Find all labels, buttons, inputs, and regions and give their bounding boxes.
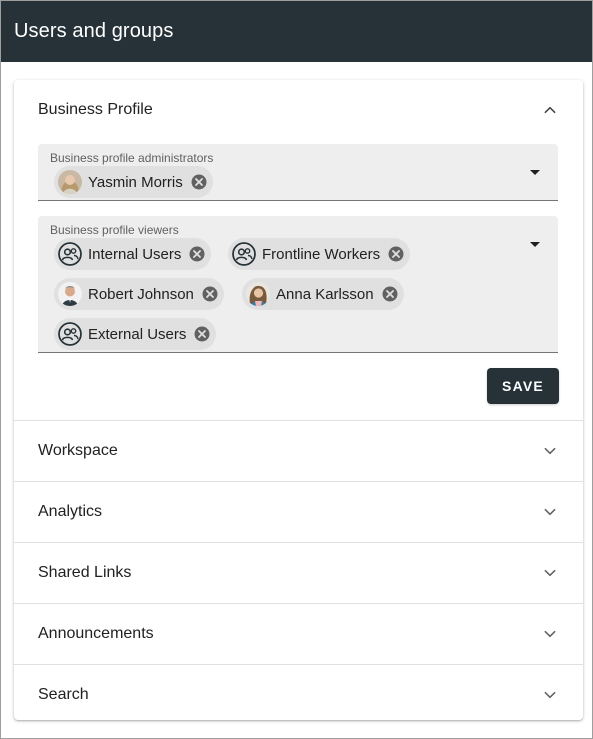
remove-chip-icon[interactable] xyxy=(388,246,404,262)
administrators-select[interactable]: Business profile administrators Yasmin M… xyxy=(38,144,558,201)
chip-label: Anna Karlsson xyxy=(276,285,374,303)
avatar xyxy=(58,170,82,194)
chevron-up-icon[interactable] xyxy=(543,103,557,117)
panel-title: Workspace xyxy=(38,442,118,459)
chevron-down-icon[interactable] xyxy=(543,627,557,641)
chip-anna-karlsson: Anna Karlsson xyxy=(242,278,404,310)
remove-chip-icon[interactable] xyxy=(194,326,210,342)
panel-header-analytics[interactable]: Analytics xyxy=(14,482,583,542)
chevron-down-icon[interactable] xyxy=(543,688,557,702)
panel-title: Business Profile xyxy=(38,101,153,118)
panel-header-shared-links[interactable]: Shared Links xyxy=(14,543,583,603)
app-window: Users and groups Business Profile Busine… xyxy=(0,0,593,739)
group-icon xyxy=(58,242,82,266)
chip-internal-users: Internal Users xyxy=(54,238,212,270)
field-label: Business profile administrators xyxy=(50,151,214,165)
panel-title: Search xyxy=(38,686,89,703)
page-title: Users and groups xyxy=(14,20,174,42)
app-bar: Users and groups xyxy=(1,1,592,62)
chip-frontline-workers: Frontline Workers xyxy=(228,238,411,270)
avatar xyxy=(58,282,82,306)
panel-title: Analytics xyxy=(38,503,103,520)
group-icon xyxy=(232,242,256,266)
panel-header-business-profile[interactable]: Business Profile xyxy=(14,80,583,140)
panel-header-workspace[interactable]: Workspace xyxy=(14,421,583,481)
save-button[interactable]: SAVE xyxy=(487,368,559,404)
remove-chip-icon[interactable] xyxy=(382,286,398,302)
remove-chip-icon[interactable] xyxy=(202,286,218,302)
dropdown-arrow-icon[interactable] xyxy=(530,170,540,175)
remove-chip-icon[interactable] xyxy=(191,174,207,190)
dropdown-arrow-icon[interactable] xyxy=(530,242,540,247)
chip-external-users: External Users xyxy=(54,318,217,350)
chip-label: Internal Users xyxy=(88,245,182,263)
panel-header-search[interactable]: Search xyxy=(14,665,583,720)
settings-card: Business Profile Business profile admini… xyxy=(14,80,583,720)
business-profile-body: Business profile administrators Yasmin M… xyxy=(14,140,583,420)
field-label: Business profile viewers xyxy=(50,223,179,237)
chevron-down-icon[interactable] xyxy=(543,566,557,580)
remove-chip-icon[interactable] xyxy=(189,246,205,262)
panel-title: Shared Links xyxy=(38,564,132,581)
chip-label: External Users xyxy=(88,325,187,343)
panel-title: Announcements xyxy=(38,625,154,642)
chip-robert-johnson: Robert Johnson xyxy=(54,278,224,310)
chip-yasmin-morris: Yasmin Morris xyxy=(54,166,213,198)
chip-label: Robert Johnson xyxy=(88,285,194,303)
group-icon xyxy=(58,322,82,346)
chevron-down-icon[interactable] xyxy=(543,505,557,519)
viewers-select[interactable]: Business profile viewers Internal Users xyxy=(38,216,558,353)
avatar xyxy=(246,282,270,306)
chip-label: Yasmin Morris xyxy=(88,173,183,191)
chip-label: Frontline Workers xyxy=(262,245,381,263)
panel-header-announcements[interactable]: Announcements xyxy=(14,604,583,664)
chevron-down-icon[interactable] xyxy=(543,444,557,458)
